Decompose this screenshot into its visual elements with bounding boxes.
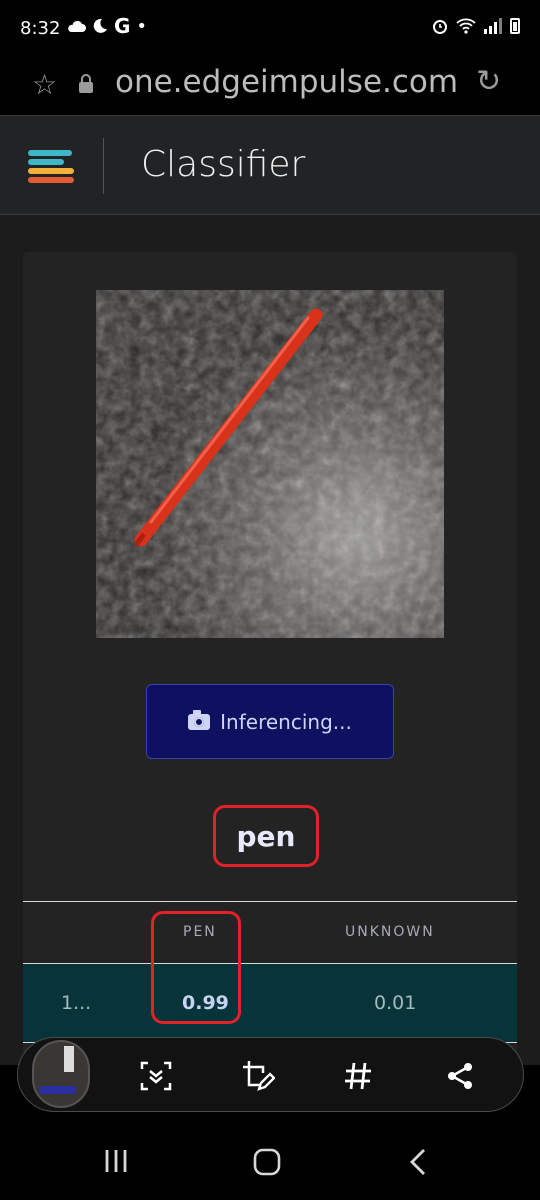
camera-preview <box>96 290 444 638</box>
camera-preview-image <box>96 290 444 638</box>
camera-icon <box>188 709 211 730</box>
page-title: Classifier <box>141 144 306 185</box>
browser-url-bar[interactable]: ☆ one.edgeimpulse.com ↻ <box>0 60 540 112</box>
scroll-capture-icon[interactable] <box>136 1056 176 1096</box>
google-icon: G <box>114 14 131 38</box>
results-table: PEN UNKNOWN 1... 0.99 0.01 <box>23 901 517 1043</box>
dot-icon: • <box>136 15 148 37</box>
signal-icon <box>484 18 502 34</box>
lock-icon <box>79 74 93 93</box>
screenshot-thumbnail[interactable] <box>32 1040 90 1108</box>
table-header: PEN UNKNOWN <box>23 901 517 964</box>
share-icon[interactable] <box>440 1056 480 1096</box>
home-icon[interactable] <box>253 1148 281 1176</box>
classification-result: pen <box>213 805 319 867</box>
table-cell-timestamp: 1... <box>61 992 92 1014</box>
table-cell-unknown: 0.01 <box>374 992 417 1014</box>
edge-impulse-logo-icon[interactable] <box>26 148 76 186</box>
system-navigation-bar <box>0 1112 540 1200</box>
bookmark-star-icon[interactable]: ☆ <box>32 68 57 101</box>
inferencing-button[interactable]: Inferencing... <box>146 684 394 759</box>
main-area: Inferencing... pen PEN UNKNOWN 1... 0.99… <box>0 215 540 1072</box>
back-icon[interactable] <box>408 1148 428 1176</box>
table-header-unknown: UNKNOWN <box>345 924 435 940</box>
alarm-icon <box>433 20 447 34</box>
table-row: 1... 0.99 0.01 <box>23 964 517 1043</box>
status-bar: 8:32 G • <box>0 0 540 60</box>
moon-icon <box>93 18 107 33</box>
url-text[interactable]: one.edgeimpulse.com <box>115 64 458 100</box>
hashtag-icon[interactable] <box>338 1056 378 1096</box>
app-header: Classifier <box>0 115 540 215</box>
recent-apps-icon[interactable] <box>103 1148 129 1174</box>
cloud-icon <box>68 20 86 32</box>
classifier-card: Inferencing... pen PEN UNKNOWN 1... 0.99… <box>23 252 517 1072</box>
battery-icon <box>510 18 520 34</box>
reload-icon[interactable]: ↻ <box>476 64 501 99</box>
screenshot-toolbar <box>17 1037 524 1112</box>
header-divider <box>103 138 104 194</box>
inferencing-button-label: Inferencing... <box>220 709 352 734</box>
crop-edit-icon[interactable] <box>238 1056 278 1096</box>
status-time: 8:32 <box>20 18 61 39</box>
wifi-icon <box>456 18 476 34</box>
pen-score-highlight <box>151 911 241 1024</box>
